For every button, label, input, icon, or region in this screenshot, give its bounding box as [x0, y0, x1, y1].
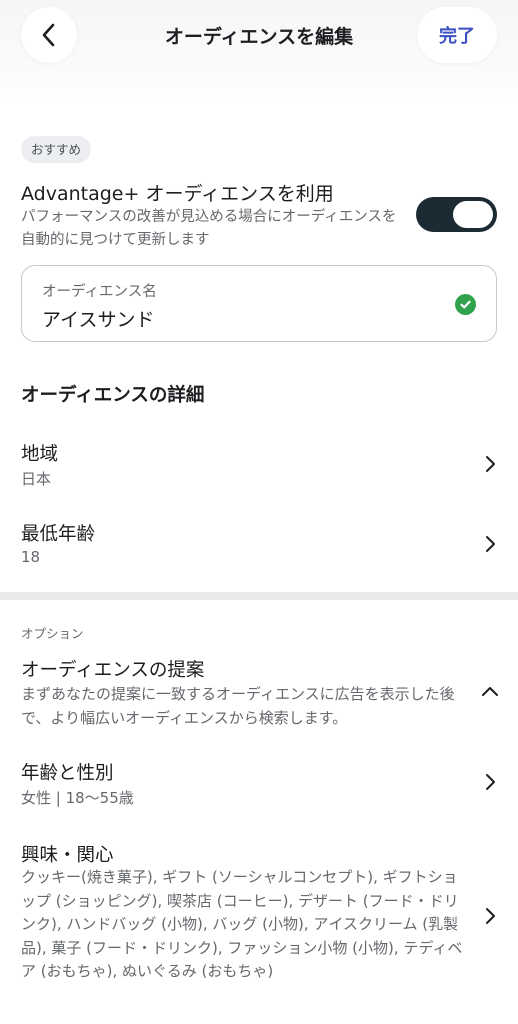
- advantage-title: Advantage+ オーディエンスを利用: [21, 183, 334, 205]
- details-section-title: オーディエンスの詳細: [21, 385, 205, 406]
- advantage-toggle[interactable]: [416, 197, 497, 232]
- chevron-up-icon: [482, 687, 498, 696]
- done-button[interactable]: 完了: [417, 7, 497, 63]
- min-age-row[interactable]: 最低年齢 18: [0, 520, 518, 574]
- min-age-title: 最低年齢: [21, 524, 96, 545]
- region-title: 地域: [21, 444, 59, 465]
- interests-value: クッキー(焼き菓子), ギフト (ソーシャルコンセプト), ギフトショップ (シ…: [21, 868, 463, 980]
- audience-suggestions-row[interactable]: オーディエンスの提案 まずあなたの提案に一致するオーディエンスに広告を表示した後…: [0, 656, 518, 728]
- min-age-value: 18: [21, 548, 41, 566]
- region-value: 日本: [21, 470, 52, 488]
- interests-row[interactable]: 興味・関心 クッキー(焼き菓子), ギフト (ソーシャルコンセプト), ギフトシ…: [0, 841, 518, 1001]
- recommend-badge: おすすめ: [21, 136, 92, 163]
- suggestions-title: オーディエンスの提案: [21, 660, 205, 681]
- done-label: 完了: [439, 26, 475, 47]
- chevron-right-icon: [486, 456, 495, 472]
- age-gender-row[interactable]: 年齢と性別 女性 | 18～55歳: [0, 759, 518, 813]
- toggle-knob: [453, 201, 493, 228]
- chevron-right-icon: [486, 774, 495, 790]
- audience-name-field[interactable]: オーディエンス名 アイスサンド: [21, 265, 497, 342]
- audience-name-label: オーディエンス名: [42, 284, 157, 300]
- audience-name-value: アイスサンド: [42, 309, 155, 331]
- age-gender-title: 年齢と性別: [21, 763, 114, 784]
- options-label: オプション: [21, 626, 84, 641]
- header: オーディエンスを編集 完了: [0, 0, 518, 100]
- interests-title: 興味・関心: [21, 845, 114, 866]
- region-row[interactable]: 地域 日本: [0, 440, 518, 494]
- advantage-description: パフォーマンスの改善が見込める場合にオーディエンスを自動的に見つけて更新します: [21, 209, 397, 248]
- age-gender-value: 女性 | 18～55歳: [21, 789, 134, 807]
- chevron-right-icon: [486, 908, 495, 924]
- section-divider: [0, 592, 518, 600]
- chevron-right-icon: [486, 536, 495, 552]
- check-circle-icon: [455, 294, 476, 315]
- suggestions-description: まずあなたの提案に一致するオーディエンスに広告を表示した後で、より幅広いオーディ…: [21, 685, 455, 727]
